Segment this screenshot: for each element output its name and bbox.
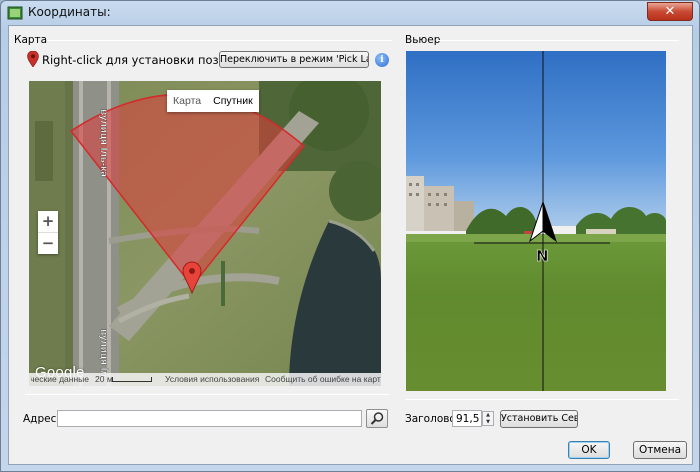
zoom-control: + − — [38, 211, 58, 254]
zoom-out-button[interactable]: − — [38, 233, 58, 254]
dialog-body: Карта Right-click для установки позиции!… — [8, 25, 693, 465]
heading-input[interactable]: 91,5 — [452, 410, 482, 427]
address-search-button[interactable] — [366, 409, 388, 428]
map-type-satellite-option[interactable]: Спутник — [207, 90, 259, 112]
map-group-divider — [47, 40, 392, 41]
map-group-label: Карта — [14, 34, 48, 46]
map-imagery: вулиця Іль-ка вулиця Іль- — [29, 81, 381, 386]
cancel-button[interactable]: Отмена — [633, 441, 687, 459]
title-bar[interactable]: Координаты: ✕ — [1, 1, 699, 25]
map-type-switch: Карта Спутник — [167, 90, 259, 112]
info-icon[interactable]: i — [375, 53, 389, 67]
location-pin-icon — [27, 51, 39, 67]
map-scale-label: 20 м — [95, 374, 113, 384]
spin-up-icon[interactable]: ▲ — [483, 412, 493, 419]
set-north-button[interactable]: Установить Север — [500, 410, 578, 428]
app-icon — [7, 6, 23, 20]
address-label: Адрес: — [23, 413, 60, 425]
compass-north-label: N — [536, 247, 549, 265]
pick-landmark-button[interactable]: Переключить в режим 'Pick Landmark' — [219, 51, 369, 68]
viewer-group-divider — [437, 40, 679, 41]
map-report-link[interactable]: Сообщить об ошибке на карте — [265, 374, 381, 384]
panorama-image: N — [406, 51, 666, 391]
panorama-viewer[interactable]: N — [406, 51, 666, 391]
close-button[interactable]: ✕ — [647, 2, 693, 21]
viewer-group-label: Вьюер — [405, 34, 441, 46]
street-label-top: вулиця Іль-ка — [98, 109, 109, 177]
address-input[interactable] — [57, 410, 362, 427]
map-type-map-option[interactable]: Карта — [167, 90, 207, 112]
zoom-in-button[interactable]: + — [38, 211, 58, 232]
coordinates-dialog: Координаты: ✕ Карта Right-click для уста… — [0, 0, 700, 472]
map-scale-bar — [112, 377, 152, 382]
map-attribution-bar: Картографические данные 20 м Условия исп… — [29, 373, 381, 386]
heading-spinner: ▲ ▼ — [482, 411, 494, 426]
ok-button[interactable]: OK — [568, 441, 610, 459]
map-terms-link[interactable]: Условия использования — [165, 374, 259, 384]
spin-down-icon[interactable]: ▼ — [483, 419, 493, 426]
magnifier-icon — [370, 412, 384, 425]
window-title: Координаты: — [28, 5, 111, 19]
viewer-bottom-divider — [405, 399, 679, 400]
satellite-map[interactable]: вулиця Іль-ка вулиця Іль- Карта Спутник … — [29, 81, 381, 386]
map-data-credit: Картографические данные — [31, 374, 89, 384]
map-bottom-divider — [25, 394, 389, 395]
